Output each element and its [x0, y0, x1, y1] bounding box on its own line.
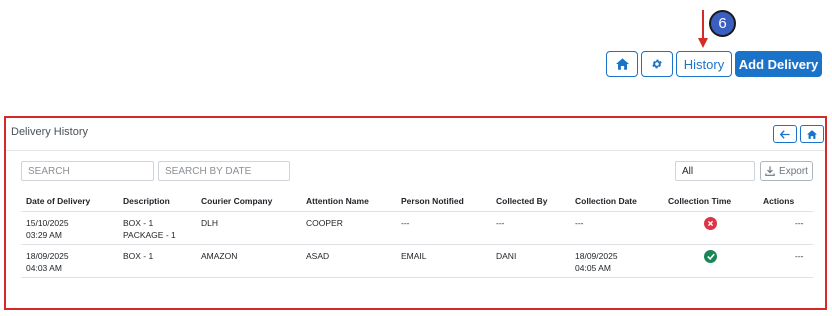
cell-actions: ---: [795, 218, 804, 228]
status-filter-select[interactable]: [675, 161, 755, 181]
x-circle-icon: [704, 217, 717, 230]
column-header-attention-name: Attention Name: [306, 196, 369, 206]
column-header-collected-by: Collected By: [496, 196, 548, 206]
delivery-history-panel: Delivery History Export Date of Delivery…: [4, 116, 827, 310]
column-header-collection-time: Collection Time: [668, 196, 732, 206]
back-button[interactable]: [773, 125, 797, 143]
cell-actions: ---: [795, 251, 804, 261]
check-circle-icon: [704, 250, 717, 263]
table-row-divider: [21, 277, 813, 278]
column-header-courier-company: Courier Company: [201, 196, 273, 206]
cell-collected-by: DANI: [496, 251, 517, 261]
home-icon: [807, 129, 817, 139]
cell-collected-by: ---: [496, 218, 505, 228]
history-button[interactable]: History: [676, 51, 732, 77]
cell-person-notified: ---: [401, 218, 410, 228]
column-header-date-of-delivery: Date of Delivery: [26, 196, 91, 206]
column-header-person-notified: Person Notified: [401, 196, 464, 206]
column-header-actions: Actions: [763, 196, 795, 206]
settings-button[interactable]: [641, 51, 673, 77]
panel-header-divider: [6, 150, 825, 151]
cell-attention-name: ASAD: [306, 251, 330, 261]
column-header-collection-date: Collection Date: [575, 196, 637, 206]
cell-attention-name: COOPER: [306, 218, 343, 228]
cell-description: BOX - 1 PACKAGE - 1: [123, 218, 176, 240]
cell-courier-company: AMAZON: [201, 251, 238, 261]
panel-home-button[interactable]: [800, 125, 824, 143]
cell-date-of-delivery: 15/10/2025 03:29 AM: [26, 218, 69, 240]
home-icon: [615, 58, 629, 70]
arrow-left-icon: [780, 129, 790, 139]
panel-title: Delivery History: [11, 126, 89, 138]
annotation-arrow: [698, 10, 708, 48]
search-input[interactable]: [21, 161, 154, 181]
cell-date-of-delivery: 18/09/2025 04:03 AM: [26, 251, 69, 273]
add-delivery-button[interactable]: Add Delivery: [735, 51, 822, 77]
cell-collection-date: 18/09/2025 04:05 AM: [575, 251, 618, 273]
annotation-step-badge: 6: [709, 10, 736, 37]
gear-icon: [652, 59, 662, 69]
cell-collection-date: ---: [575, 218, 584, 228]
cell-description: BOX - 1: [123, 251, 154, 261]
table-row-divider: [21, 244, 813, 245]
download-icon: [765, 166, 775, 176]
cell-courier-company: DLH: [201, 218, 219, 228]
export-button[interactable]: Export: [760, 161, 813, 181]
cell-person-notified: EMAIL: [401, 251, 427, 261]
export-label: Export: [779, 165, 808, 177]
table-header-divider: [21, 211, 813, 212]
date-search-input[interactable]: [158, 161, 290, 181]
home-button[interactable]: [606, 51, 638, 77]
column-header-description: Description: [123, 196, 170, 206]
